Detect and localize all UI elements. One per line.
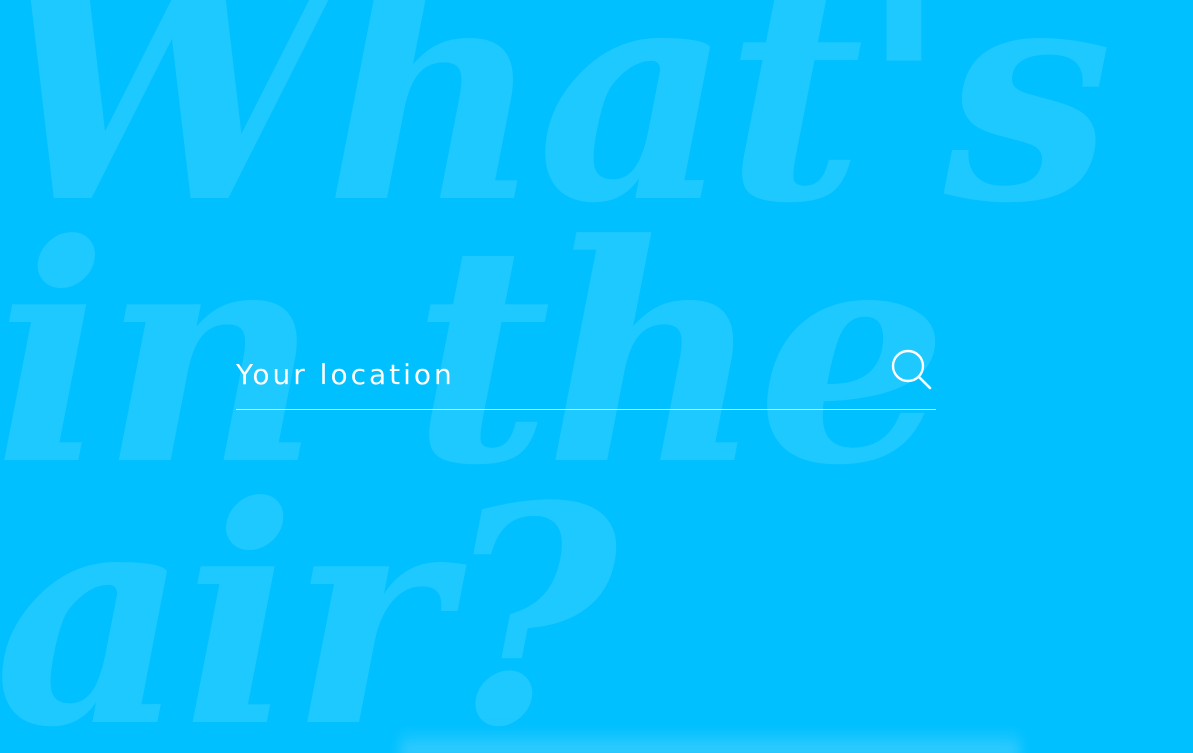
bottom-glow	[400, 728, 1020, 753]
location-input[interactable]	[236, 340, 876, 408]
search-icon	[890, 348, 932, 390]
search-button[interactable]	[890, 348, 932, 390]
page: What's in the air?	[0, 0, 1193, 753]
location-search-bar	[236, 340, 936, 410]
